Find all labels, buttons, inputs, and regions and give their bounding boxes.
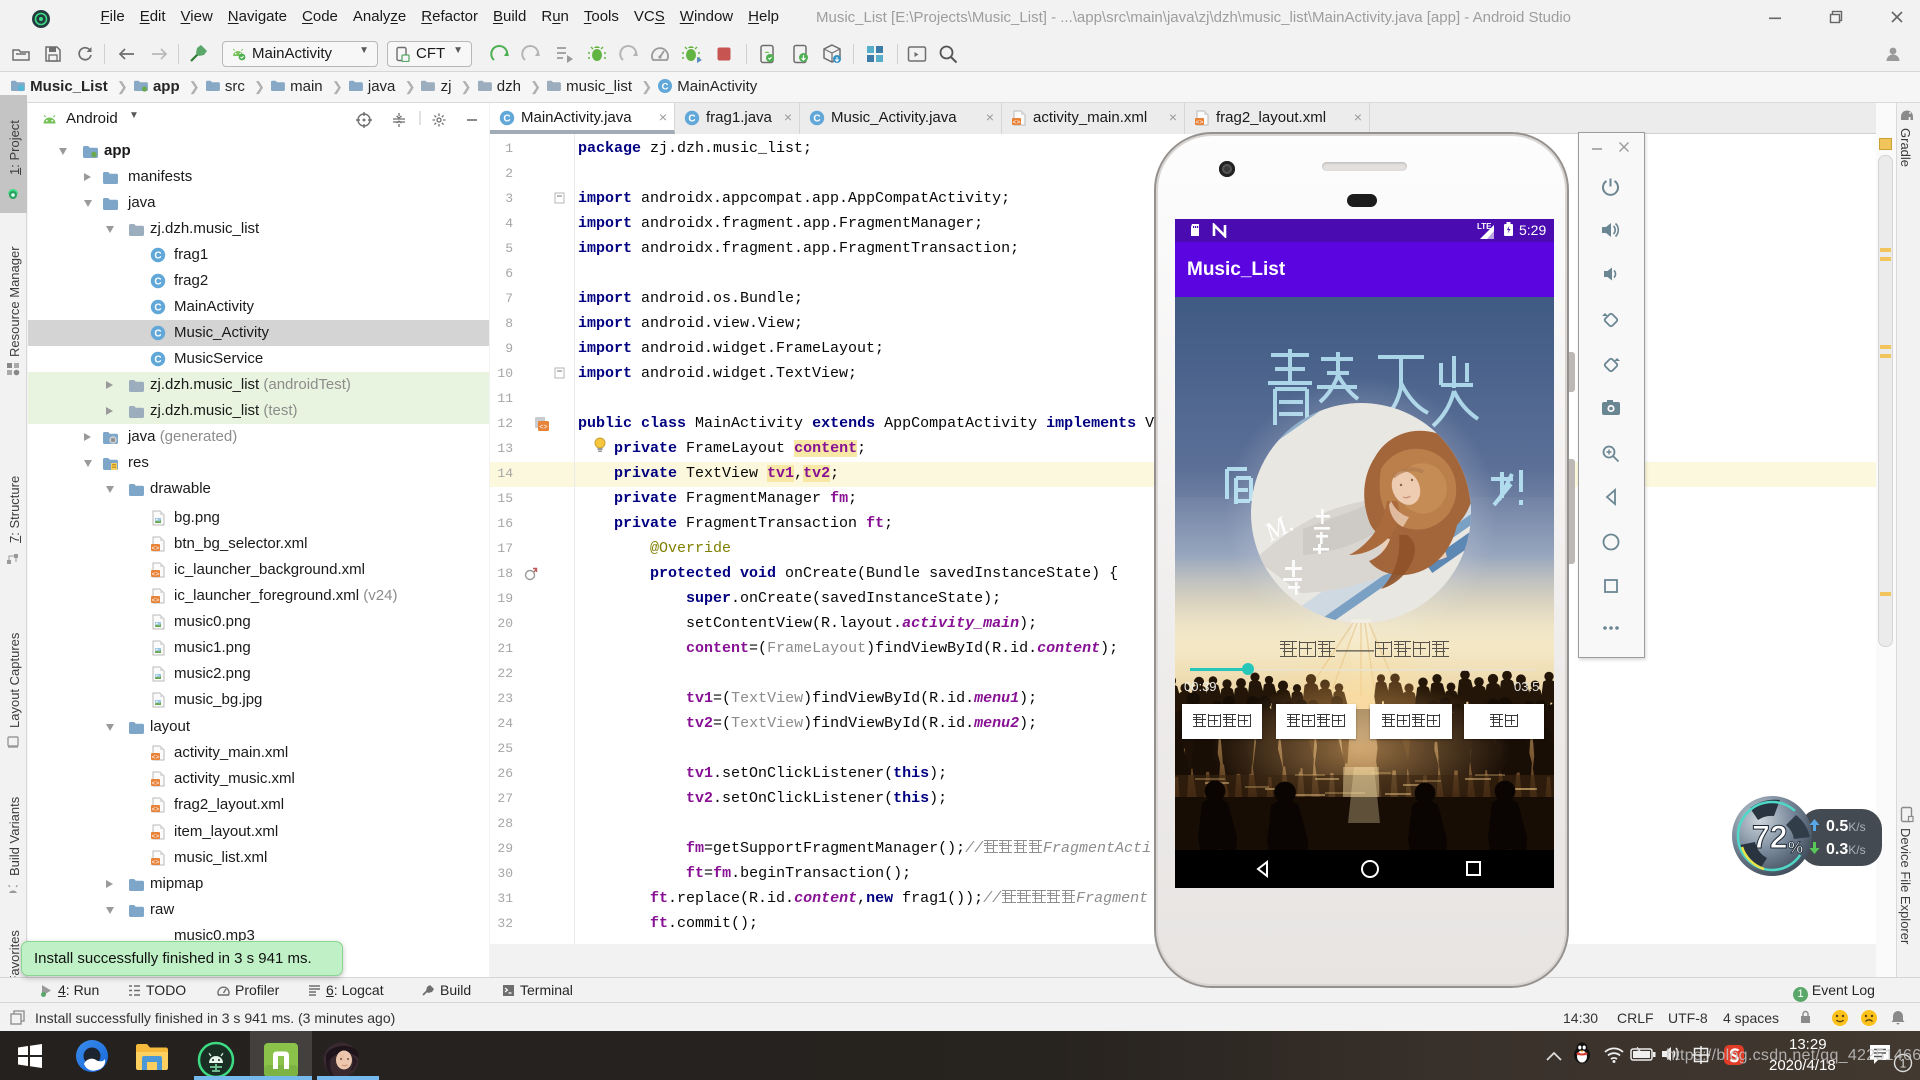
svg-text:<>: <> <box>152 859 160 866</box>
svg-text:<>: <> <box>152 754 160 761</box>
svg-text:<>: <> <box>152 597 160 604</box>
svg-text:C: C <box>154 303 161 314</box>
svg-text:<>: <> <box>152 806 160 813</box>
svg-text:<>: <> <box>152 833 160 840</box>
svg-text:<>: <> <box>1196 119 1204 126</box>
svg-text:<>: <> <box>152 545 160 552</box>
svg-text:C: C <box>688 114 695 125</box>
svg-text:C: C <box>813 114 820 125</box>
svg-text:C: C <box>503 114 510 125</box>
svg-text:C: C <box>662 81 669 92</box>
svg-text:<>: <> <box>1013 119 1021 126</box>
svg-text:%: % <box>1788 838 1803 857</box>
svg-text:C: C <box>154 355 161 366</box>
svg-text:<>: <> <box>152 571 160 578</box>
svg-text:72: 72 <box>1752 819 1788 855</box>
svg-text:C: C <box>154 251 161 262</box>
svg-text:<>: <> <box>152 780 160 787</box>
svg-text:C: C <box>154 329 161 340</box>
svg-text:<>: <> <box>539 424 547 432</box>
svg-text:C: C <box>154 277 161 288</box>
